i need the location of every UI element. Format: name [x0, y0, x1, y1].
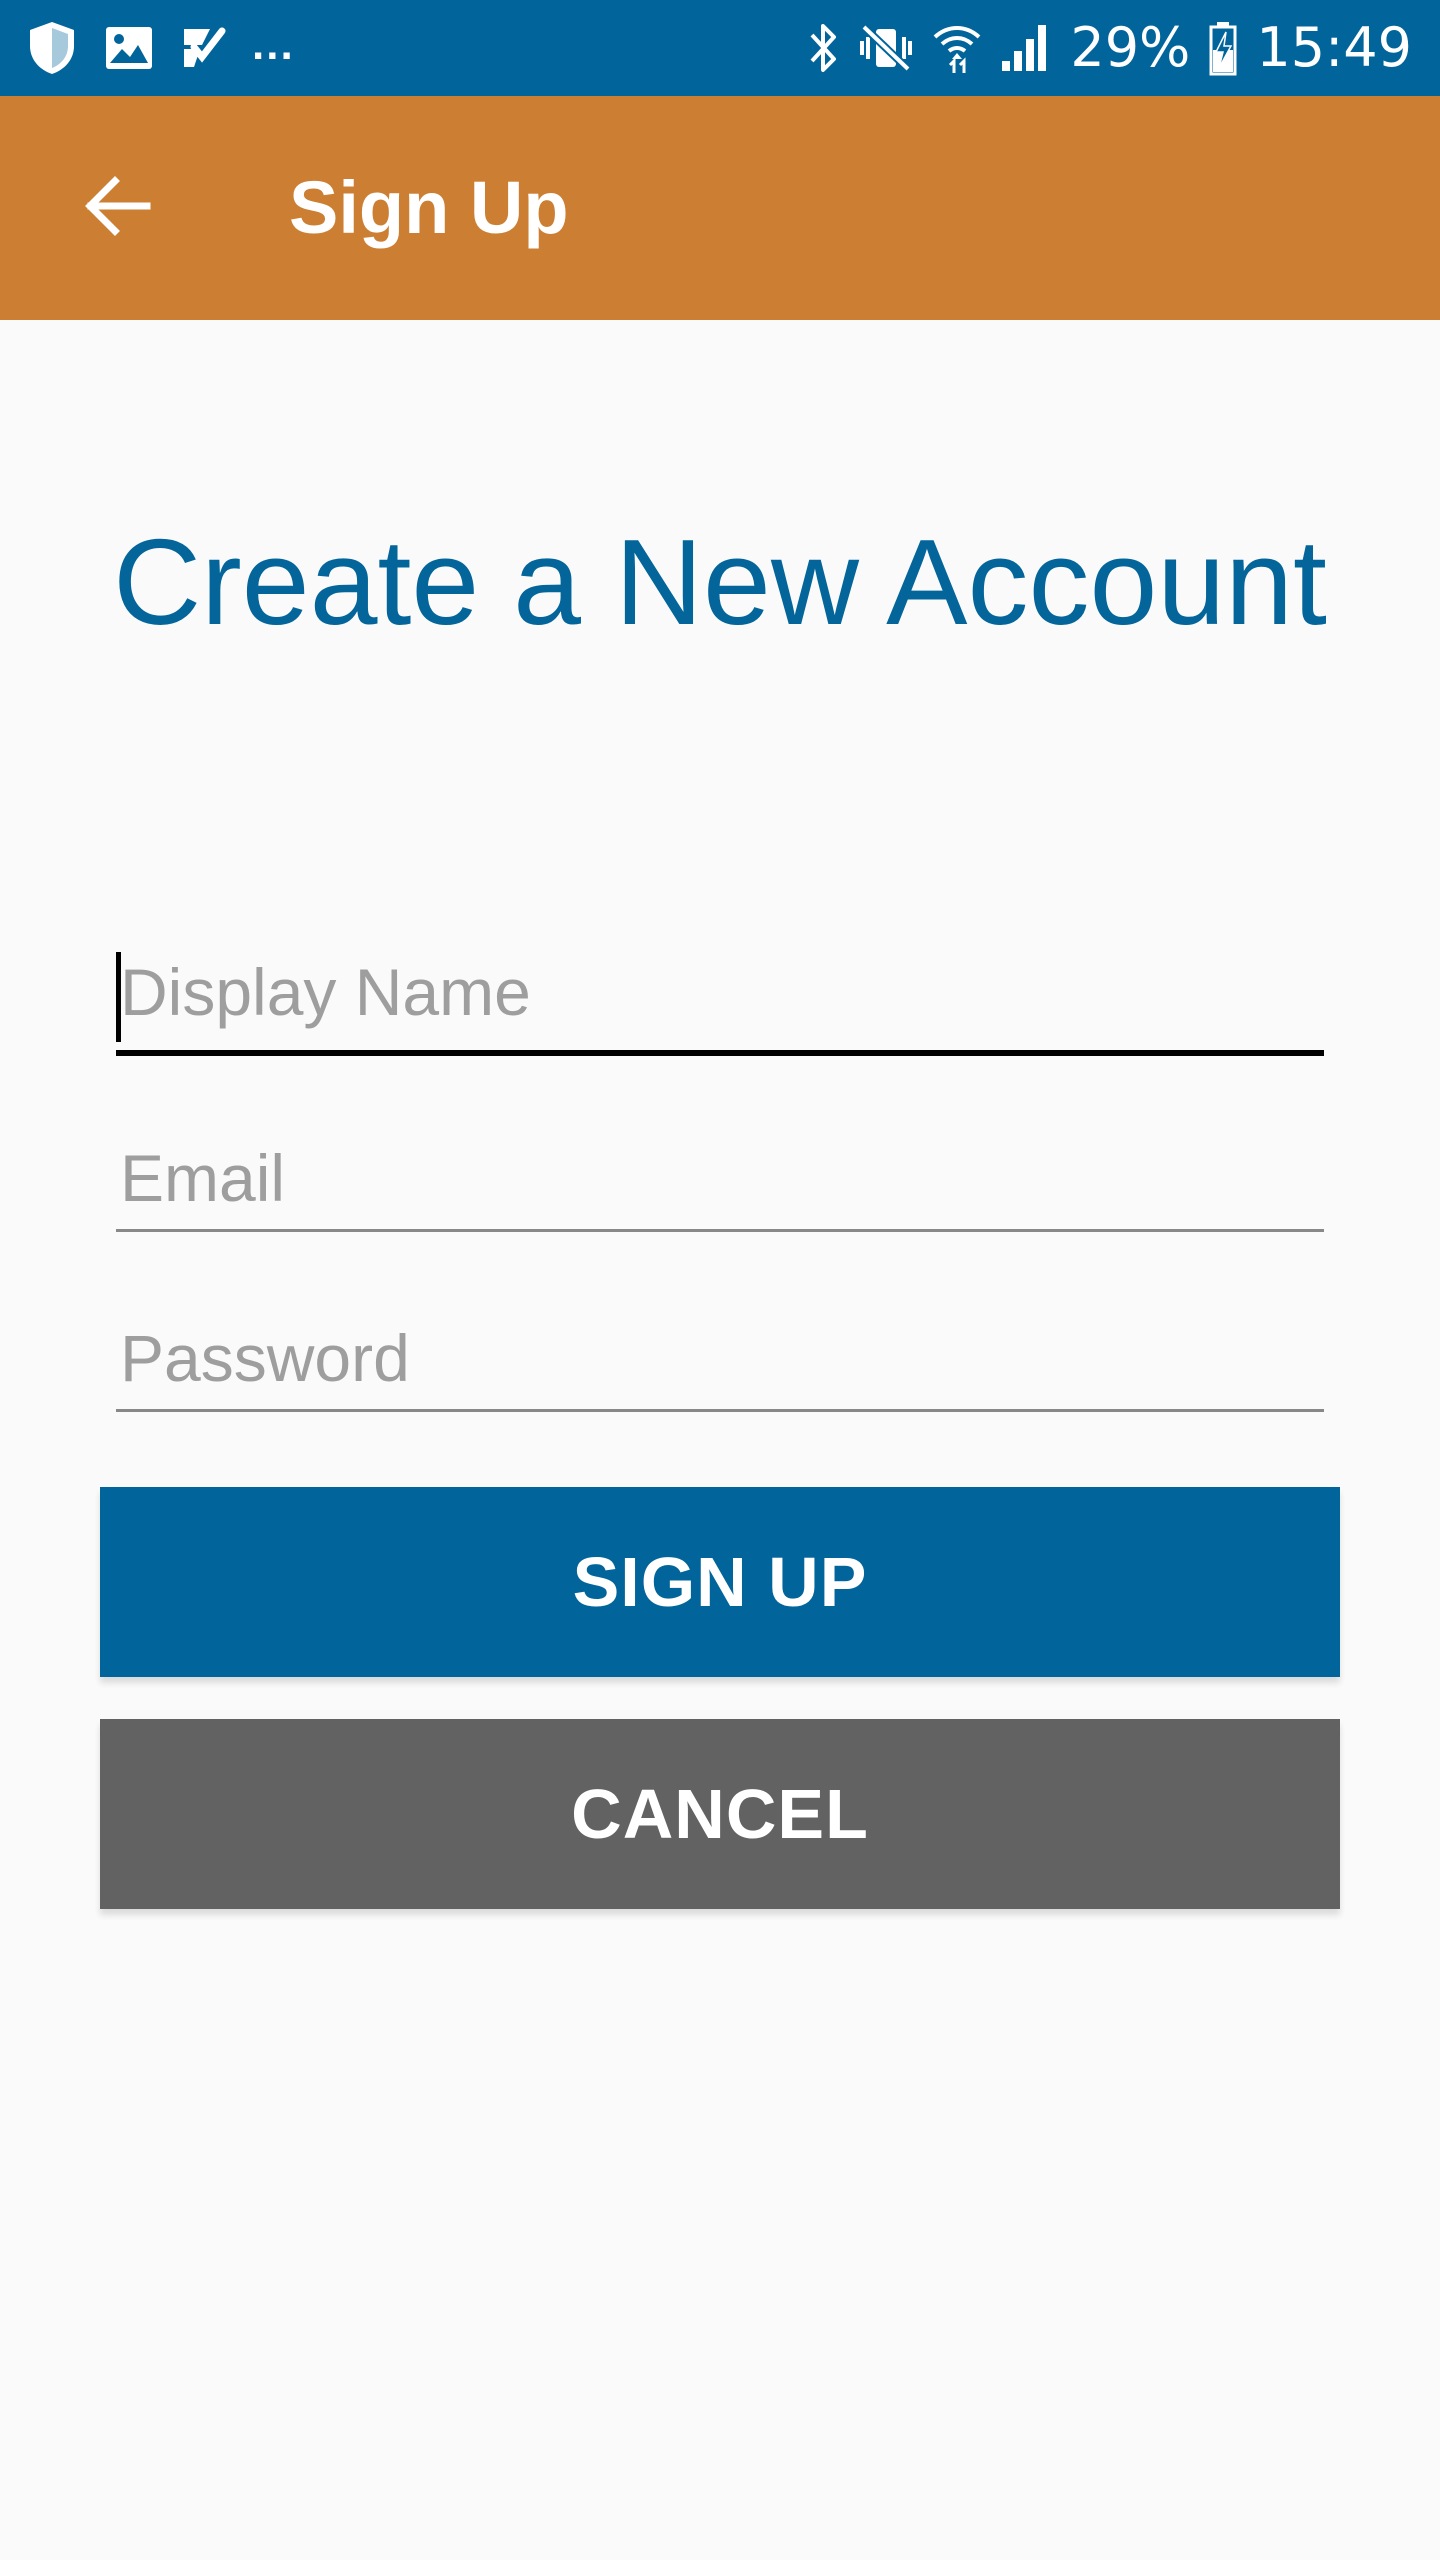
- password-underline: [116, 1409, 1324, 1412]
- checklist-icon: [180, 25, 226, 71]
- arrow-back-icon: [83, 175, 153, 242]
- battery-percent: 29%: [1070, 16, 1191, 79]
- image-icon: [104, 25, 154, 71]
- cancel-button[interactable]: CANCEL: [100, 1719, 1340, 1909]
- page-title: Create a New Account: [113, 513, 1327, 650]
- password-field: [116, 1310, 1324, 1412]
- password-input[interactable]: [116, 1310, 1324, 1406]
- display-name-field: [116, 944, 1324, 1056]
- status-bar-notifications: ...: [26, 20, 295, 76]
- display-name-underline: [116, 1050, 1324, 1056]
- bluetooth-icon: [806, 21, 840, 75]
- app-bar-title: Sign Up: [289, 166, 569, 249]
- sign-up-button[interactable]: SIGN UP: [100, 1487, 1340, 1677]
- overflow-dots: ...: [252, 20, 295, 69]
- email-field: [116, 1130, 1324, 1232]
- back-button[interactable]: [58, 148, 178, 268]
- text-cursor: [116, 952, 121, 1042]
- clock: 15:49: [1256, 16, 1412, 79]
- vibrate-mute-icon: [858, 21, 914, 75]
- app-bar: Sign Up: [0, 96, 1440, 320]
- display-name-input[interactable]: [116, 944, 1324, 1040]
- status-bar-system: 29% 15:49: [806, 18, 1412, 78]
- shield-icon: [26, 20, 78, 76]
- signal-icon: [1000, 23, 1052, 73]
- wifi-icon: [932, 21, 982, 75]
- status-bar: ... 29% 15:49: [0, 0, 1440, 96]
- email-input[interactable]: [116, 1130, 1324, 1226]
- battery-charging-icon: [1208, 20, 1238, 76]
- email-underline: [116, 1229, 1324, 1232]
